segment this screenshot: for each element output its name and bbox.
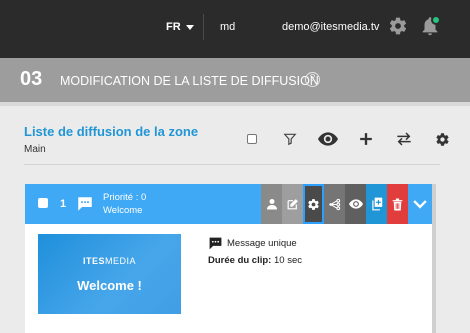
message-type-icon xyxy=(208,237,223,250)
filter-icon[interactable] xyxy=(271,128,309,150)
trash-icon[interactable] xyxy=(387,184,408,224)
item-name: Welcome xyxy=(103,205,143,216)
page-title: MODIFICATION DE LA LISTE DE DIFFUSION xyxy=(60,74,319,88)
gear-icon[interactable] xyxy=(388,16,408,36)
notification-badge xyxy=(431,15,441,25)
clip-duration: Durée du clip: 10 sec xyxy=(208,255,302,266)
language-label: FR xyxy=(166,21,181,33)
gear-icon[interactable] xyxy=(423,128,461,150)
step-number: 03 xyxy=(20,68,43,90)
content-thumbnail[interactable]: ITESMEDIA Welcome ! xyxy=(38,234,181,314)
caret-down-icon xyxy=(185,24,194,30)
help-icon[interactable]: ? xyxy=(305,72,320,87)
item-actions xyxy=(261,184,431,224)
section-subtitle: Main xyxy=(24,144,46,155)
eye-icon[interactable] xyxy=(309,128,347,150)
user-email[interactable]: demo@itesmedia.tv xyxy=(282,21,379,33)
message-icon xyxy=(76,195,94,213)
gear-icon[interactable] xyxy=(303,184,324,224)
message-type: Message unique xyxy=(227,238,297,249)
logo-bold: ITES xyxy=(82,256,105,266)
duration-value: 10 sec xyxy=(273,255,302,266)
section-divider xyxy=(24,164,440,165)
chevron-down-icon[interactable] xyxy=(408,184,431,224)
copy-icon[interactable] xyxy=(366,184,387,224)
list-toolbar xyxy=(233,128,461,150)
playlist-item: 1 Priorité : 0 Welcome ITESMEDIA Welcome… xyxy=(25,184,432,333)
swap-icon[interactable] xyxy=(385,128,423,150)
plus-icon[interactable] xyxy=(347,128,385,150)
item-priority: Priorité : 0 xyxy=(103,192,147,203)
step-header: 03 MODIFICATION DE LA LISTE DE DIFFUSION… xyxy=(0,58,470,102)
item-header[interactable]: 1 Priorité : 0 Welcome xyxy=(25,184,432,224)
divider xyxy=(203,14,204,40)
eye-icon[interactable] xyxy=(345,184,366,224)
item-checkbox[interactable] xyxy=(38,198,48,208)
brand-logo: ITESMEDIA xyxy=(38,256,181,266)
item-index: 1 xyxy=(60,198,67,210)
share-icon[interactable] xyxy=(324,184,345,224)
card-edge xyxy=(432,184,436,333)
select-all-checkbox[interactable] xyxy=(233,128,271,150)
language-selector[interactable]: FR xyxy=(166,21,194,33)
duration-label: Durée du clip: xyxy=(208,255,272,266)
user-name[interactable]: md xyxy=(220,21,235,33)
top-bar: FR md demo@itesmedia.tv xyxy=(0,0,470,58)
edit-icon[interactable] xyxy=(282,184,303,224)
section-title: Liste de diffusion de la zone xyxy=(24,124,199,139)
thumbnail-text: Welcome ! xyxy=(77,278,142,293)
logo-light: MEDIA xyxy=(105,256,137,266)
user-icon[interactable] xyxy=(261,184,282,224)
header-shadow xyxy=(0,102,470,106)
